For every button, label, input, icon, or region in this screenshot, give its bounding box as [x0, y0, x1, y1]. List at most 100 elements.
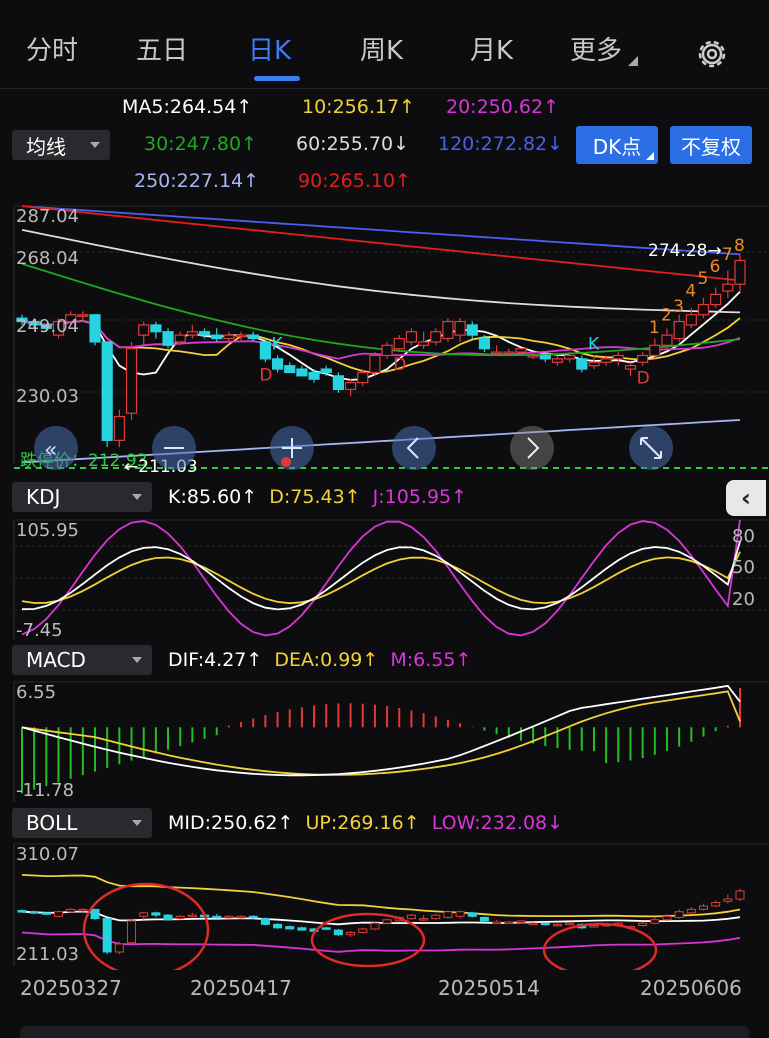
zoom-plus-button[interactable]	[270, 426, 314, 470]
boll-candle-body	[273, 923, 283, 929]
boll-dropdown-label: BOLL	[26, 811, 78, 835]
candle-body	[624, 365, 637, 370]
boll-candle-body	[662, 915, 672, 921]
tab-daily-k[interactable]: 日K	[248, 30, 291, 67]
candle-body	[734, 259, 746, 285]
boll-candle-body	[285, 926, 295, 930]
macd-dropdown-label: MACD	[26, 648, 86, 672]
boll-up-line	[21, 874, 741, 918]
kdj-dropdown[interactable]: KDJ	[12, 482, 152, 512]
boll-candle-body	[711, 901, 721, 907]
zoom-out-button[interactable]: «	[34, 426, 78, 470]
dk-point-label: DK点	[592, 134, 642, 159]
boll-candle-body	[504, 921, 514, 925]
fullscreen-button[interactable]	[629, 426, 673, 470]
ma90-value: 90:265.10↑	[298, 170, 411, 192]
boll-candle-body	[370, 922, 380, 930]
double-left-icon: «	[44, 438, 57, 463]
max-price-label: 274.28→	[648, 241, 722, 261]
d-marker: D	[259, 365, 272, 385]
candle-body	[478, 337, 491, 350]
macd-dropdown[interactable]: MACD	[12, 645, 152, 675]
candle-body	[101, 341, 113, 441]
ma250-value: 250:227.14↑	[134, 170, 260, 192]
candle-body	[332, 375, 345, 391]
candle-body	[381, 344, 393, 357]
candle-body	[174, 334, 186, 343]
tab-monthly-k[interactable]: 月K	[470, 30, 513, 67]
kdj-top-label: 105.95	[16, 520, 79, 541]
boll-chart: 310.07 211.03	[13, 843, 769, 970]
collapse-panel-button[interactable]: ‹	[726, 480, 766, 516]
candle-body	[186, 331, 198, 336]
tab-more[interactable]: 更多	[570, 30, 622, 67]
kdj-level-20: 20	[732, 589, 755, 610]
boll-candle-body	[565, 922, 575, 926]
boll-candle-body	[260, 918, 270, 925]
y-tick-287: 287.04	[16, 206, 79, 227]
kdj-chart: 105.95 -7.45 80 50 20	[13, 519, 769, 641]
candle-body	[296, 368, 308, 377]
dk-point-button[interactable]: DK点	[576, 126, 658, 164]
tab-five-day[interactable]: 五日	[136, 30, 188, 67]
candle-body	[405, 331, 418, 343]
ma20-value: 20:250.62↑	[446, 96, 559, 118]
ma5-value: MA5:264.54↑	[122, 96, 253, 118]
signal-number: 3	[673, 297, 684, 317]
zoom-minus-button[interactable]	[152, 426, 196, 470]
ma-type-dropdown[interactable]: 均线	[12, 130, 110, 160]
boll-candle-body	[212, 915, 222, 919]
macd-dea-line	[21, 690, 741, 776]
boll-candle-body	[236, 915, 246, 919]
kdj-level-80: 80	[732, 526, 755, 547]
candle-body	[503, 351, 515, 355]
candle-body	[150, 324, 162, 333]
d-marker: D	[637, 369, 650, 389]
candle-body	[442, 320, 454, 340]
candle-body	[125, 348, 138, 414]
boll-candle-body	[139, 912, 149, 917]
candle-body	[527, 354, 539, 358]
macd-dif-line	[21, 684, 741, 777]
candle-body	[247, 334, 259, 340]
candle-body	[576, 358, 588, 370]
main-kline-chart[interactable]: 12 34567 8K KDDD 287.04 268.04 249.04 230.0…	[0, 196, 769, 474]
no-adjust-label: 不复权	[681, 134, 741, 159]
candle-body	[710, 293, 722, 306]
gear-icon[interactable]	[694, 36, 730, 72]
boll-dropdown[interactable]: BOLL	[12, 808, 152, 838]
scroll-left-button[interactable]	[392, 426, 436, 470]
ma-type-label: 均线	[26, 134, 66, 159]
boll-candle-body	[66, 908, 76, 913]
tab-weekly-k[interactable]: 周K	[360, 30, 403, 67]
candle-body	[649, 344, 661, 357]
boll-candle-body	[41, 912, 51, 915]
tab-intraday[interactable]: 分时	[26, 30, 78, 67]
boll-values: MID:250.62↑ UP:269.16↑ LOW:232.08↓	[168, 812, 564, 834]
no-adjust-button[interactable]: 不复权	[670, 126, 752, 164]
boll-candle-body	[297, 927, 307, 931]
candle-body	[564, 354, 576, 360]
candle-body	[588, 361, 600, 367]
signal-number: 4	[685, 281, 696, 301]
candle-body	[539, 354, 551, 360]
macd-top-label: 6.55	[16, 682, 56, 703]
kdj-dropdown-label: KDJ	[26, 485, 61, 509]
boll-candle-body	[382, 919, 392, 924]
scroll-right-button[interactable]	[510, 426, 554, 470]
boll-candle-body	[17, 910, 27, 913]
candle-body	[138, 324, 150, 336]
d-marker: D	[393, 355, 406, 375]
ma60-value: 60:255.70↓	[296, 133, 409, 155]
period-tabs: 分时 五日 日K 周K 月K 更多	[0, 0, 769, 89]
candle-body	[393, 337, 405, 350]
boll-candle-body	[552, 923, 562, 927]
candle-body	[369, 354, 381, 374]
bottom-bar	[20, 1026, 749, 1038]
candle-body	[515, 348, 527, 353]
ma120-value: 120:272.82↓	[438, 133, 564, 155]
date-label: 20250606	[640, 976, 742, 1000]
boll-candle-body	[638, 922, 648, 927]
boll-candle-body	[431, 914, 441, 920]
candle-body	[235, 334, 247, 338]
